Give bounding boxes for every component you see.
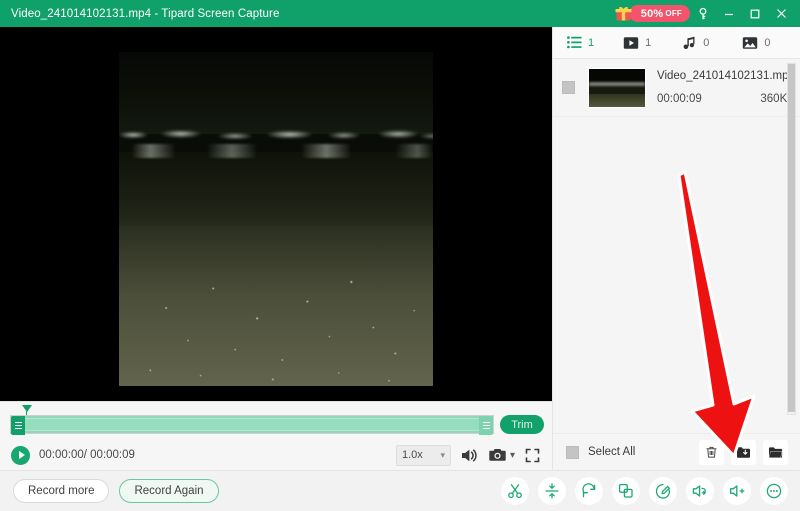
audio-effect-icon[interactable] (686, 477, 714, 505)
tab-images-count: 0 (764, 36, 771, 49)
file-meta: Video_241014102131.mp4 00:00:09 360KB (657, 70, 800, 105)
timeline-track[interactable] (10, 415, 494, 435)
music-icon (683, 36, 697, 50)
watermark-edit-icon[interactable] (649, 477, 677, 505)
tab-all-files[interactable]: 1 (567, 27, 594, 59)
promo-percent: 50% (640, 7, 664, 20)
image-icon (742, 36, 758, 50)
select-all-bar: Select All (553, 433, 800, 470)
tab-audios[interactable]: 0 (683, 27, 709, 59)
trash-icon[interactable] (699, 439, 724, 465)
trim-handle-right-icon[interactable] (479, 416, 493, 435)
volume-boost-icon[interactable] (723, 477, 751, 505)
rotate-icon[interactable] (575, 477, 603, 505)
chevron-down-icon: ▾ (440, 449, 445, 460)
playback-speed-select[interactable]: 1.0x ▾ (395, 444, 451, 466)
file-name: Video_241014102131.mp4 (657, 70, 795, 82)
time-display: 00:00:00/ 00:00:09 (39, 449, 135, 461)
file-thumbnail (588, 67, 646, 108)
trim-scissors-icon[interactable] (501, 477, 529, 505)
edit-tools (501, 477, 800, 505)
record-more-button[interactable]: Record more (13, 479, 110, 503)
close-icon[interactable] (768, 0, 794, 27)
select-all-label: Select All (588, 446, 636, 458)
gift-icon[interactable] (614, 4, 633, 23)
open-folder-icon[interactable] (763, 439, 788, 465)
tab-videos[interactable]: 1 (623, 27, 651, 59)
window-title: Video_241014102131.mp4 - Tipard Screen C… (11, 7, 280, 20)
file-duration: 00:00:09 (657, 93, 702, 105)
volume-icon[interactable] (460, 447, 479, 464)
playhead-marker-icon[interactable] (22, 405, 32, 412)
video-frame (119, 52, 433, 386)
video-surf-line (119, 124, 433, 146)
playback-speed-value: 1.0x (401, 449, 423, 461)
snapshot-chevron-down-icon[interactable]: ▾ (510, 450, 515, 461)
media-tabs: 1 1 0 0 (553, 27, 800, 59)
scrollbar-thumb[interactable] (788, 64, 795, 412)
minimize-icon[interactable] (716, 0, 742, 27)
list-icon (567, 36, 582, 49)
play-icon[interactable] (11, 445, 30, 465)
promo-badge[interactable]: 50% OFF (628, 5, 690, 22)
timeline-panel: Trim 00:00:00/ 00:00:09 1.0x ▾ ▾ (0, 401, 552, 470)
trim-handle-left-icon[interactable] (11, 416, 25, 435)
title-bar-controls: 50% OFF (614, 0, 800, 27)
video-spray-speckles (119, 256, 433, 386)
media-panel: 1 1 0 0 Video_241014102131.mp4 00:00:09 … (552, 27, 800, 470)
trim-button[interactable]: Trim (500, 415, 544, 434)
video-sky-region (119, 52, 433, 134)
record-again-button[interactable]: Record Again (119, 479, 219, 503)
camera-icon[interactable] (488, 447, 507, 463)
more-options-icon[interactable] (760, 477, 788, 505)
app-window: Video_241014102131.mp4 - Tipard Screen C… (0, 0, 800, 511)
title-bar: Video_241014102131.mp4 - Tipard Screen C… (0, 0, 800, 27)
tab-images[interactable]: 0 (742, 27, 771, 59)
playback-controls: 00:00:00/ 00:00:09 1.0x ▾ ▾ (0, 439, 552, 471)
select-all-checkbox[interactable] (566, 445, 579, 459)
promo-off: OFF (665, 9, 682, 18)
merge-icon[interactable] (612, 477, 640, 505)
key-icon[interactable] (690, 0, 716, 27)
tab-audios-count: 0 (703, 36, 710, 49)
save-to-folder-icon[interactable] (731, 439, 756, 465)
video-surf-line-secondary (119, 144, 433, 158)
list-item[interactable]: Video_241014102131.mp4 00:00:09 360KB (553, 59, 800, 117)
tab-videos-count: 1 (645, 36, 652, 49)
video-icon (623, 36, 639, 50)
maximize-icon[interactable] (742, 0, 768, 27)
timeline-selection (25, 418, 479, 431)
video-preview[interactable] (0, 27, 552, 401)
fullscreen-icon[interactable] (524, 447, 541, 464)
file-actions (699, 439, 800, 465)
playback-controls-right: 1.0x ▾ ▾ (395, 444, 552, 466)
file-list: Video_241014102131.mp4 00:00:09 360KB (553, 59, 800, 433)
tab-all-count: 1 (588, 36, 595, 49)
bottom-toolbar: Record more Record Again (0, 470, 800, 511)
split-icon[interactable] (538, 477, 566, 505)
vertical-scrollbar[interactable] (787, 63, 796, 415)
file-checkbox[interactable] (562, 81, 575, 94)
